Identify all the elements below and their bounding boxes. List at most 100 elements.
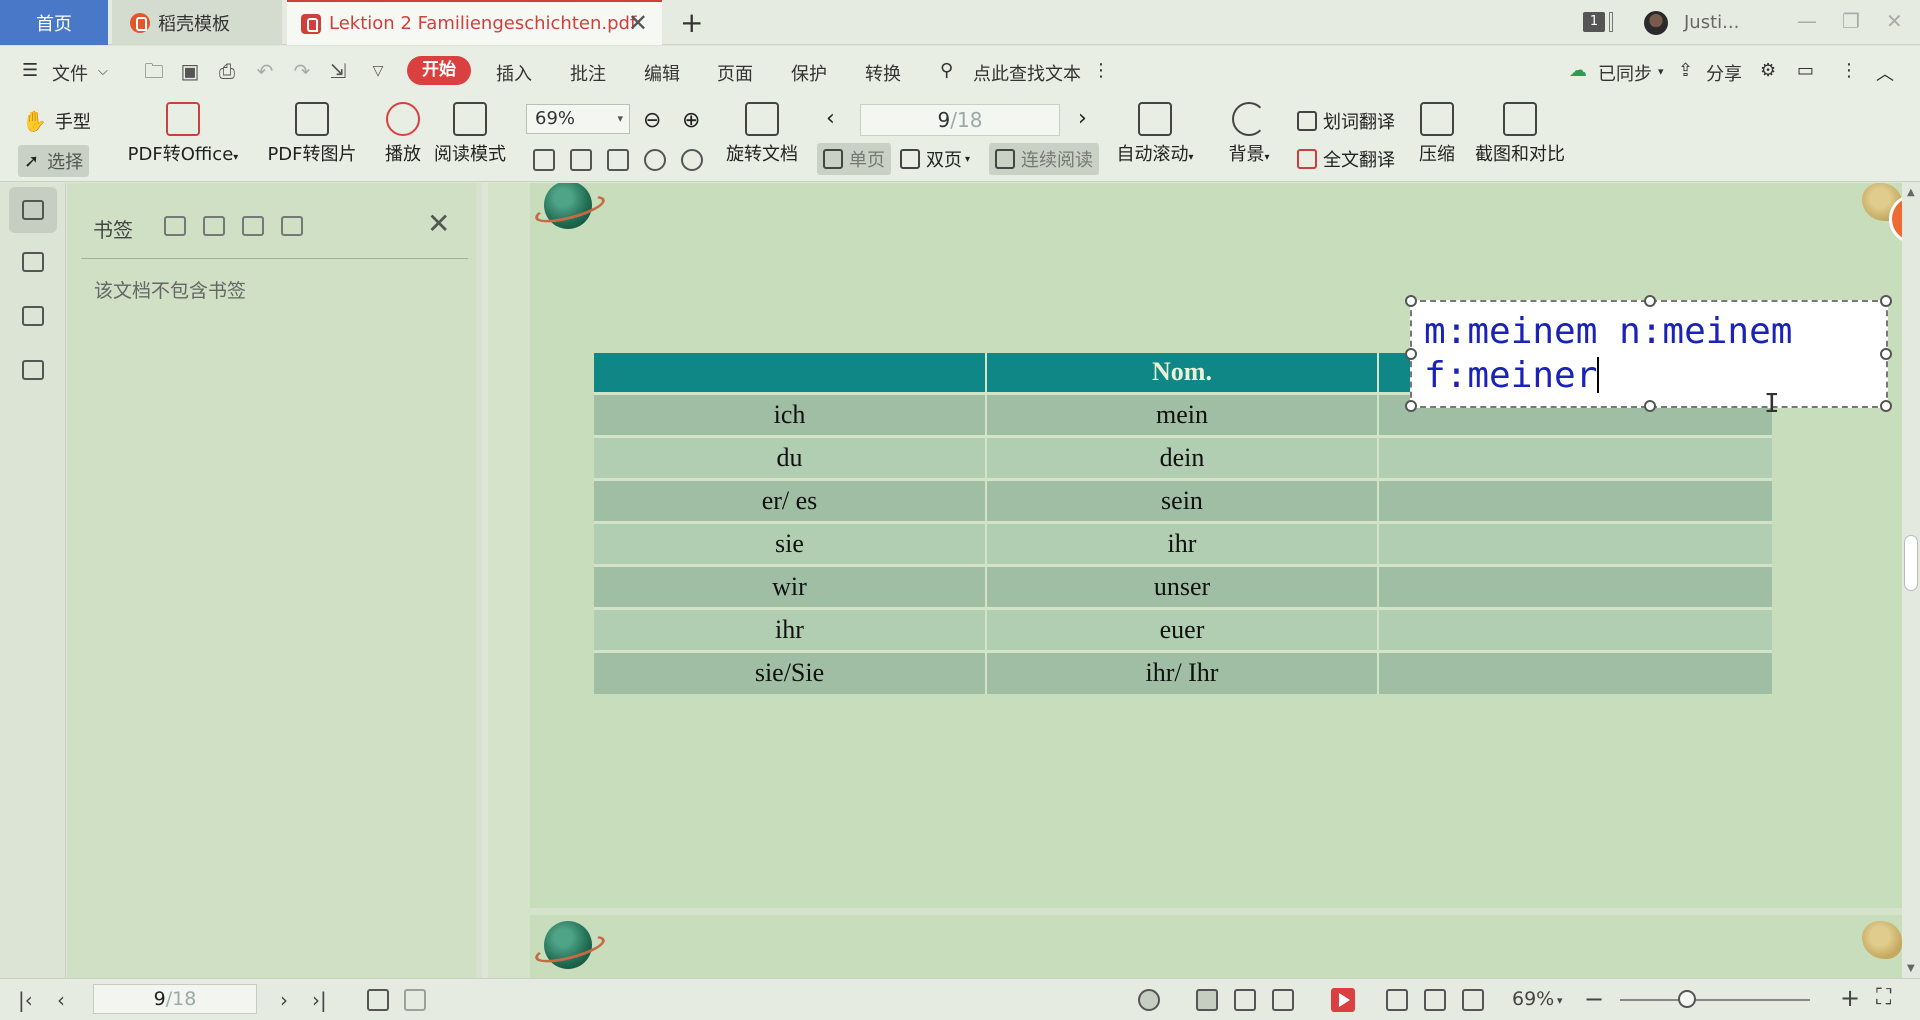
chevron-down-icon[interactable]: ⌵ <box>98 64 108 79</box>
pdf-page[interactable]: Nom. ich mein du dein er/ es sein sie ih… <box>530 183 1902 908</box>
pdf-to-image-button[interactable]: PDF转图片 <box>262 102 362 166</box>
fullscreen-icon[interactable]: ⛶ <box>1876 985 1891 1010</box>
more-options-icon[interactable]: ⋮ <box>1092 60 1110 81</box>
compress-button[interactable]: 压缩 <box>1412 102 1462 166</box>
settings-gear-icon[interactable]: ⚙ <box>1760 60 1776 81</box>
tab-templates[interactable]: 稻壳模板 <box>112 0 282 45</box>
scrollbar-thumb[interactable] <box>1904 535 1918 591</box>
hamburger-menu-icon[interactable]: ☰ <box>22 60 38 81</box>
hand-tool-button[interactable]: ✋ 手型 <box>22 108 91 134</box>
redo-icon[interactable]: ↷ <box>291 60 313 82</box>
share-icon[interactable]: ⇪ <box>1678 60 1693 81</box>
menu-protect[interactable]: 保护 <box>791 60 827 86</box>
auto-scroll-button[interactable]: 自动滚动▾ <box>1112 102 1198 166</box>
resize-handle[interactable] <box>1880 400 1892 412</box>
undo-icon[interactable]: ↶ <box>254 60 276 82</box>
status-page-input[interactable]: 9/18 <box>93 984 257 1014</box>
window-count-badge[interactable]: 1 <box>1583 12 1605 32</box>
next-page-icon[interactable]: › <box>1078 106 1087 131</box>
save-icon[interactable]: ▣ <box>179 60 201 82</box>
actual-size-icon[interactable] <box>1386 989 1408 1011</box>
zoom-out-icon[interactable]: − <box>1584 985 1604 1013</box>
sidebar-item-bookmarks[interactable] <box>9 187 57 233</box>
text-annotation-box[interactable]: m:meinem n:meinem f:meiner <box>1405 295 1892 412</box>
pdf-to-office-button[interactable]: PDF转Office▾ <box>123 102 243 166</box>
play-button[interactable]: 播放 <box>373 102 433 166</box>
fit-page-icon[interactable] <box>570 149 592 171</box>
next-view-icon[interactable] <box>404 989 426 1011</box>
menu-file[interactable]: 文件 <box>52 60 88 86</box>
fit-page-icon[interactable] <box>1424 989 1446 1011</box>
remove-bookmark-icon[interactable] <box>203 216 225 236</box>
search-icon[interactable]: ⚲ <box>940 60 953 81</box>
tab-document[interactable]: Lektion 2 Familiengeschichten.pdf ✕ <box>287 0 662 45</box>
select-tool-button[interactable]: ➚ 选择 <box>18 145 90 177</box>
more-vertical-icon[interactable]: ⋮ <box>1840 60 1858 81</box>
next-page-icon[interactable]: › <box>280 988 288 1012</box>
background-button[interactable]: 背景▾ <box>1222 102 1276 166</box>
export-icon[interactable]: ⇲ <box>327 60 349 82</box>
quick-access-dropdown-icon[interactable]: ▽ <box>367 60 389 82</box>
prev-page-icon[interactable]: ‹ <box>57 988 65 1012</box>
zoom-dropdown-icon[interactable]: ▾ <box>617 105 623 133</box>
continuous-view-icon[interactable] <box>1196 989 1218 1011</box>
zoom-dropdown-icon[interactable]: ▾ <box>1557 994 1563 1007</box>
scroll-up-icon[interactable]: ▲ <box>1907 187 1915 198</box>
zoom-slider[interactable] <box>1620 999 1810 1001</box>
comment-icon[interactable]: ▭ <box>1797 60 1814 81</box>
rotate-left-icon[interactable] <box>644 149 666 171</box>
zoom-in-icon[interactable]: ⊕ <box>682 108 700 133</box>
restore-icon[interactable]: ❐ <box>1842 9 1860 33</box>
scroll-down-icon[interactable]: ▼ <box>1907 963 1915 974</box>
double-page-view-icon[interactable] <box>1272 989 1294 1011</box>
sidebar-item-annotations[interactable] <box>9 293 57 339</box>
menu-edit[interactable]: 编辑 <box>644 60 680 86</box>
menu-page[interactable]: 页面 <box>717 60 753 86</box>
continuous-reading-button[interactable]: 连续阅读 <box>989 143 1099 175</box>
resize-handle[interactable] <box>1405 348 1417 360</box>
menu-start[interactable]: 开始 <box>407 56 471 85</box>
print-icon[interactable]: ⎙ <box>216 60 238 82</box>
zoom-out-icon[interactable]: ⊖ <box>643 108 661 133</box>
pdf-page-next[interactable] <box>530 915 1902 978</box>
rotate-document-button[interactable]: 旋转文档 <box>722 102 802 166</box>
actual-size-icon[interactable] <box>533 149 555 171</box>
fit-width-icon[interactable] <box>1462 989 1484 1011</box>
resize-handle[interactable] <box>1405 295 1417 307</box>
resize-handle[interactable] <box>1880 348 1892 360</box>
prev-page-icon[interactable]: ‹ <box>826 106 835 131</box>
add-child-bookmark-icon[interactable] <box>242 216 264 236</box>
full-translate-button[interactable]: 全文翻译 <box>1297 146 1395 172</box>
previous-view-icon[interactable] <box>367 989 389 1011</box>
tab-home[interactable]: 首页 <box>0 0 108 45</box>
resize-handle[interactable] <box>1405 400 1417 412</box>
vertical-scrollbar[interactable]: ▲ ▼ <box>1902 183 1920 978</box>
fit-width-icon[interactable] <box>607 149 629 171</box>
sync-dropdown-icon[interactable]: ▾ <box>1658 65 1664 78</box>
menu-convert[interactable]: 转换 <box>865 60 901 86</box>
add-bookmark-icon[interactable] <box>164 216 186 236</box>
menu-annotate[interactable]: 批注 <box>570 60 606 86</box>
double-page-button[interactable]: 双页 ▾ <box>900 146 970 172</box>
screenshot-compare-button[interactable]: 截图和对比 <box>1472 102 1568 166</box>
last-page-icon[interactable]: ›| <box>312 988 327 1012</box>
collapse-ribbon-icon[interactable]: ︿ <box>1876 60 1894 86</box>
sync-status[interactable]: 已同步 <box>1598 60 1652 86</box>
open-folder-icon[interactable]: 🗀 <box>143 60 165 82</box>
sidebar-item-attachments[interactable] <box>9 347 57 393</box>
share-button[interactable]: 分享 <box>1706 60 1742 86</box>
close-window-icon[interactable]: ✕ <box>1886 9 1903 33</box>
new-tab-icon[interactable]: + <box>680 6 703 39</box>
single-page-view-icon[interactable] <box>1234 989 1256 1011</box>
sidebar-item-thumbnails[interactable] <box>9 239 57 285</box>
search-text-button[interactable]: 点此查找文本 <box>973 60 1081 86</box>
single-page-button[interactable]: 单页 <box>817 143 891 175</box>
close-tab-icon[interactable]: ✕ <box>628 11 648 35</box>
page-number-input[interactable]: 9/18 <box>860 104 1060 136</box>
zoom-select[interactable]: 69% ▾ <box>526 104 630 134</box>
minimize-icon[interactable]: — <box>1797 9 1817 33</box>
word-translate-button[interactable]: 划词翻译 <box>1297 108 1395 134</box>
zoom-in-icon[interactable]: + <box>1840 984 1860 1012</box>
rotate-right-icon[interactable] <box>681 149 703 171</box>
resize-handle[interactable] <box>1880 295 1892 307</box>
